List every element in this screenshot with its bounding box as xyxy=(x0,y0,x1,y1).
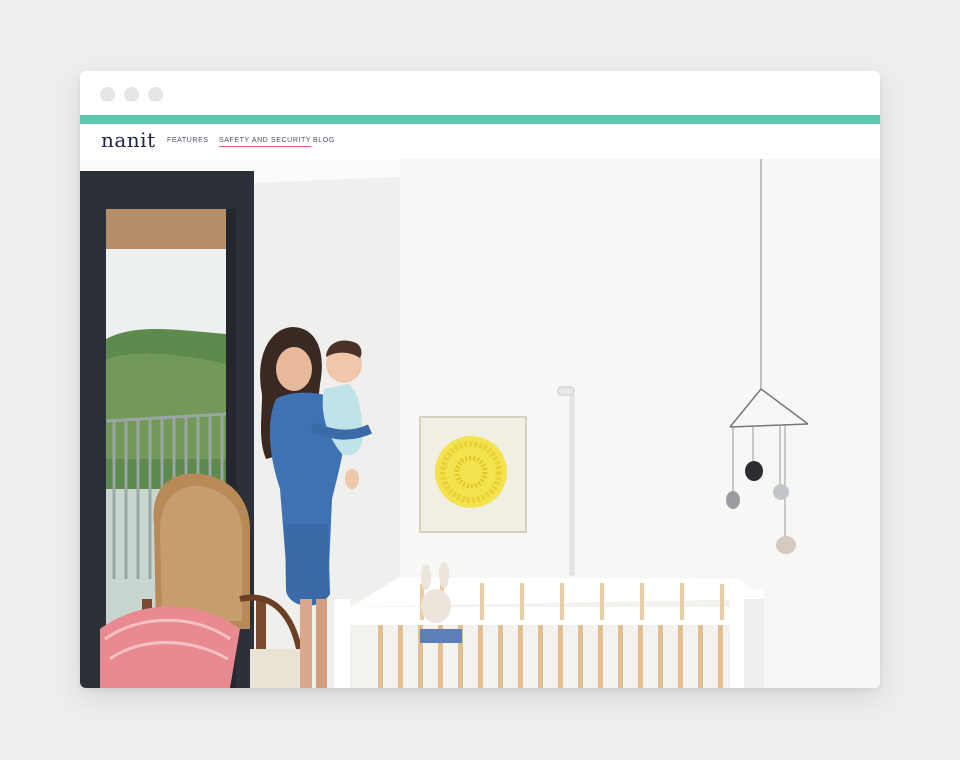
nav-link-features[interactable]: FEATURES xyxy=(167,137,209,146)
hero-image xyxy=(80,159,880,688)
browser-titlebar xyxy=(80,71,880,115)
accent-bar xyxy=(80,115,880,124)
window-control-dot-2[interactable] xyxy=(124,87,139,102)
window-control-dot-1[interactable] xyxy=(100,87,115,102)
nav-link-blog[interactable]: BLOG xyxy=(313,137,335,146)
site-header: nanit FEATURES SAFETY AND SECURITY BLOG xyxy=(80,124,880,159)
nursery-photo xyxy=(80,159,880,688)
window-control-dot-3[interactable] xyxy=(148,87,163,102)
nanit-logo[interactable]: nanit xyxy=(101,128,156,152)
browser-window: nanit FEATURES SAFETY AND SECURITY BLOG xyxy=(80,71,880,688)
nav-link-safety-and-security[interactable]: SAFETY AND SECURITY xyxy=(219,137,312,147)
crib xyxy=(334,562,764,688)
wall-art xyxy=(419,416,527,533)
